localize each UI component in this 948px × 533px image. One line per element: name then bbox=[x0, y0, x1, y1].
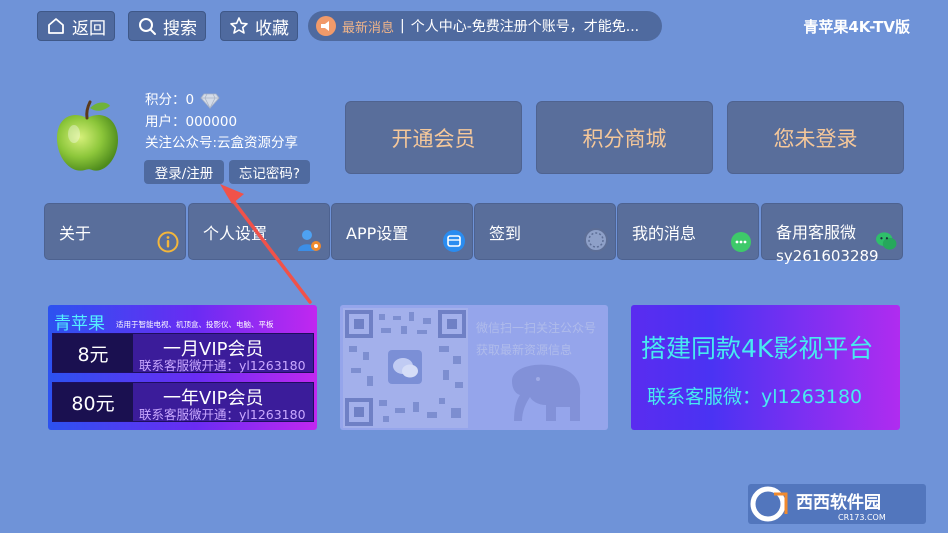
news-tag: 最新消息 bbox=[342, 20, 395, 36]
points-label: 积分：0 bbox=[145, 92, 195, 108]
favorite-label: 收藏 bbox=[255, 18, 289, 39]
top-bar: 返回 搜索 收藏 最新消息 | 个人中心-免费注册个账号，才能免... 青苹果4… bbox=[0, 0, 948, 50]
app-settings-icon bbox=[443, 230, 465, 252]
menu-backup-service[interactable]: 备用客服微 sy261603289 bbox=[761, 203, 903, 265]
news-text: 个人中心-免费注册个账号，才能免... bbox=[410, 19, 640, 35]
home-icon bbox=[48, 18, 64, 34]
watermark-url: CR173.COM bbox=[838, 513, 886, 522]
vip-plan-year: 80元 一年VIP会员 联系客服微开通：yl1263180 bbox=[52, 382, 314, 422]
platform-banner-contact: 联系客服微：yl1263180 bbox=[647, 386, 863, 408]
menu-checkin[interactable]: 签到 bbox=[474, 203, 616, 260]
star-icon bbox=[230, 17, 248, 34]
menu-checkin-label: 签到 bbox=[489, 224, 522, 243]
news-ticker[interactable]: 最新消息 | 个人中心-免费注册个账号，才能免... bbox=[308, 11, 662, 41]
vip-plan-contact: 联系客服微开通：yl1263180 bbox=[139, 358, 306, 373]
vip-banner-subtitle: 适用于智能电视、机顶盒、投影仪、电脑、平板 bbox=[116, 320, 274, 329]
app-brand: 青苹果4K-TV版 bbox=[803, 18, 910, 36]
platform-banner-title: 搭建同款4K影视平台 bbox=[641, 334, 874, 363]
follow-label: 关注公众号:云盒资源分享 bbox=[145, 135, 299, 151]
platform-banner[interactable]: 搭建同款4K影视平台 联系客服微：yl1263180 bbox=[631, 305, 900, 430]
vip-price-banner[interactable]: 青苹果 适用于智能电视、机顶盒、投影仪、电脑、平板 8元 一月VIP会员 联系客… bbox=[48, 305, 317, 430]
vip-plan-price: 8元 bbox=[53, 334, 133, 372]
elephant-icon bbox=[512, 364, 581, 421]
menu-app-settings[interactable]: APP设置 bbox=[331, 203, 473, 260]
vip-plan-month: 8元 一月VIP会员 联系客服微开通：yl1263180 bbox=[52, 333, 314, 373]
back-label: 返回 bbox=[72, 18, 106, 39]
vip-banner-brand: 青苹果 bbox=[54, 314, 105, 334]
vip-plan-contact: 联系客服微开通：yl1263180 bbox=[139, 407, 306, 422]
back-button[interactable]: 返回 bbox=[37, 11, 115, 41]
open-vip-button[interactable]: 开通会员 bbox=[345, 101, 522, 174]
search-button[interactable]: 搜索 bbox=[128, 11, 206, 41]
user-info: 积分：0 用户：000000 关注公众号:云盒资源分享 bbox=[145, 90, 298, 155]
qr-code-banner[interactable]: 微信扫一扫关注公众号 获取最新资源信息 bbox=[340, 305, 608, 430]
megaphone-icon bbox=[316, 16, 336, 36]
qr-banner-line1: 微信扫一扫关注公众号 bbox=[476, 321, 597, 335]
qr-banner-line2: 获取最新资源信息 bbox=[476, 343, 573, 357]
search-icon bbox=[139, 18, 156, 35]
favorite-button[interactable]: 收藏 bbox=[220, 11, 298, 41]
search-label: 搜索 bbox=[163, 18, 197, 39]
menu-app-settings-label: APP设置 bbox=[346, 224, 409, 243]
apple-logo-icon bbox=[56, 100, 118, 171]
message-icon bbox=[731, 232, 751, 252]
menu-about-label: 关于 bbox=[59, 224, 92, 243]
watermark-logo: 西西软件园 CR173.COM bbox=[748, 484, 926, 524]
points-mall-button[interactable]: 积分商城 bbox=[536, 101, 713, 174]
info-icon bbox=[157, 231, 179, 253]
news-separator: | bbox=[400, 18, 405, 34]
diamond-icon bbox=[200, 93, 220, 109]
watermark-text: 西西软件园 bbox=[796, 492, 881, 513]
menu-about[interactable]: 关于 bbox=[44, 203, 186, 260]
menu-backup-service-label: 备用客服微 bbox=[776, 223, 857, 242]
menu-messages[interactable]: 我的消息 bbox=[617, 203, 759, 260]
qr-code-icon bbox=[343, 308, 468, 428]
wechat-icon bbox=[876, 232, 897, 250]
qr-banner-text: 微信扫一扫关注公众号 获取最新资源信息 bbox=[476, 317, 602, 361]
vip-plan-price: 80元 bbox=[53, 383, 133, 421]
checkin-icon bbox=[584, 228, 608, 252]
menu-messages-label: 我的消息 bbox=[632, 224, 697, 243]
not-logged-in-button[interactable]: 您未登录 bbox=[727, 101, 904, 174]
red-arrow-annotation bbox=[220, 184, 312, 304]
user-id-label: 用户：000000 bbox=[145, 113, 238, 130]
